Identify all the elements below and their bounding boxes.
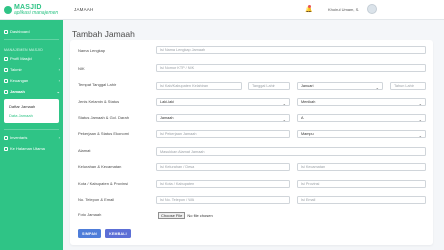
provinsi-input[interactable]: Isi Provinsi [297,180,426,188]
jamaah-submenu: Daftar Jamaah Data Jamaah [4,99,59,123]
pekerjaan-input[interactable]: Isi Pekerjaan Jamaah [156,130,290,138]
foto-label: Foto Jamaah [78,212,102,217]
sidebar-item-label: Jamaah [10,89,25,94]
sidebar-item-jamaah[interactable]: Jamaah ⌄ [0,86,63,97]
jenis-kelamin-value: Laki-laki [160,100,174,104]
tempat-lahir-input[interactable]: Isi Kab/Kabupaten Kelahiran [156,82,242,90]
kelurahan-input[interactable]: Isi Kelurahan / Desa [156,163,290,171]
nama-label: Nama Lengkap [78,48,106,53]
topbar-title: JAMAAH [74,7,94,12]
brand-subtitle: aplikasi manajemen [14,9,59,16]
chevron-down-icon: ⌄ [375,84,379,90]
back-button[interactable]: KEMBALI [105,229,131,238]
page-title: Tambah Jamaah [72,29,135,39]
submenu-item-data-jamaah[interactable]: Data Jamaah [4,111,59,120]
telepon-input[interactable]: Isi No. Telepon / WA [156,196,290,204]
status-jamaah-value: Jamaah [160,116,174,120]
tahun-lahir-input[interactable]: Tahun Lahir [390,82,426,90]
status-ekonomi-value: Mampu [301,132,314,136]
jk-label: Jenis Kelamin & Status [78,99,120,104]
form-card: Nama Lengkap Isi Nama Lengkap Jamaah NIK… [70,40,433,245]
building-icon [4,56,8,61]
tanggal-lahir-input[interactable]: Tanggal Lahir [248,82,290,90]
chevron-down-icon: ⌄ [56,89,60,94]
sidebar-item-label: Keuangan [10,78,29,83]
file-status: No file chosen [187,212,213,218]
bulan-lahir-select[interactable]: Januari ⌄ [297,82,383,90]
choose-file-button[interactable]: Choose File [158,211,186,219]
jenis-kelamin-select[interactable]: Laki-laki ⌄ [156,98,290,106]
topbar: JAMAAH [63,0,444,20]
chevron-right-icon: › [58,78,60,83]
bulan-lahir-value: Januari [301,84,314,88]
sidebar-item-label: Ke Halaman Utama [10,146,45,151]
ttl-label: Tempat Tanggal Lahir [78,82,117,87]
chevron-down-icon: ⌄ [282,100,286,106]
sidebar-divider [4,129,59,130]
status-nikah-value: Menikah [301,100,316,104]
foto-file-input[interactable]: Choose File No file chosen [158,211,213,219]
pek-label: Pekerjaan & Status Ekonomi [78,131,129,136]
sidebar-item-inventaris[interactable]: Inventaris › [0,132,63,143]
home-icon [4,146,8,151]
sidebar: MASJID aplikasi manajemen Dashboard MANA… [0,0,63,250]
nik-input[interactable]: Isi Nomor KTP / NIK [156,64,426,72]
sidebar-item-label: Takmir [10,67,22,72]
chevron-down-icon: ⌄ [418,100,422,106]
sj-label: Status Jamaah & Gol. Darah [78,115,129,120]
wallet-icon [4,78,8,83]
kel-label: Kelurahan & Kecamatan [78,164,122,169]
dashboard-icon [4,29,8,34]
sidebar-section-label: MANAJEMEN MASJID [4,47,43,52]
sidebar-item-takmir[interactable]: Takmir › [0,64,63,75]
kota-input[interactable]: Isi Kota / Kabupaten [156,180,290,188]
sidebar-item-halaman-utama[interactable]: Ke Halaman Utama [0,143,63,154]
user-name[interactable]: Khoirul Umam, S. [328,7,359,12]
sidebar-item-label: Profil Masjid [10,56,32,61]
golongan-darah-value: A [301,116,304,120]
status-nikah-select[interactable]: Menikah ⌄ [297,98,426,106]
group-icon [4,89,8,94]
chevron-right-icon: › [58,135,60,140]
sidebar-item-dashboard[interactable]: Dashboard [0,26,63,37]
nik-label: NIK [78,66,85,71]
alamat-label: Alamat [78,148,91,153]
sidebar-item-profil[interactable]: Profil Masjid › [0,53,63,64]
users-icon [4,67,8,72]
alamat-input[interactable]: Masukkan Alamat Jamaah [156,147,426,156]
notification-badge [308,5,311,8]
brand-logo[interactable]: MASJID aplikasi manajemen [0,0,63,20]
status-ekonomi-select[interactable]: Mampu ⌄ [297,130,426,138]
chevron-down-icon: ⌄ [418,132,422,138]
golongan-darah-select[interactable]: A ⌄ [297,114,426,122]
kecamatan-input[interactable]: Isi Kecamatan [297,163,426,171]
nama-input[interactable]: Isi Nama Lengkap Jamaah [156,46,426,54]
chevron-right-icon: › [58,56,60,61]
email-input[interactable]: Isi Email [297,196,426,204]
mosque-icon [4,5,12,14]
avatar[interactable] [367,4,377,14]
sidebar-item-label: Inventaris [10,135,28,140]
box-icon [4,135,8,140]
chevron-down-icon: ⌄ [418,116,422,122]
submenu-item-daftar-jamaah[interactable]: Daftar Jamaah [4,102,59,111]
save-button[interactable]: SIMPAN [78,229,101,238]
kota-label: Kota / Kabupaten & Provinsi [78,181,129,186]
sidebar-item-label: Dashboard [10,29,30,34]
status-jamaah-select[interactable]: Jamaah ⌄ [156,114,290,122]
sidebar-divider [4,39,59,40]
chevron-down-icon: ⌄ [282,116,286,122]
chevron-right-icon: › [58,67,60,72]
telp-label: No. Telepon & Email [78,197,115,202]
sidebar-item-keuangan[interactable]: Keuangan › [0,75,63,86]
